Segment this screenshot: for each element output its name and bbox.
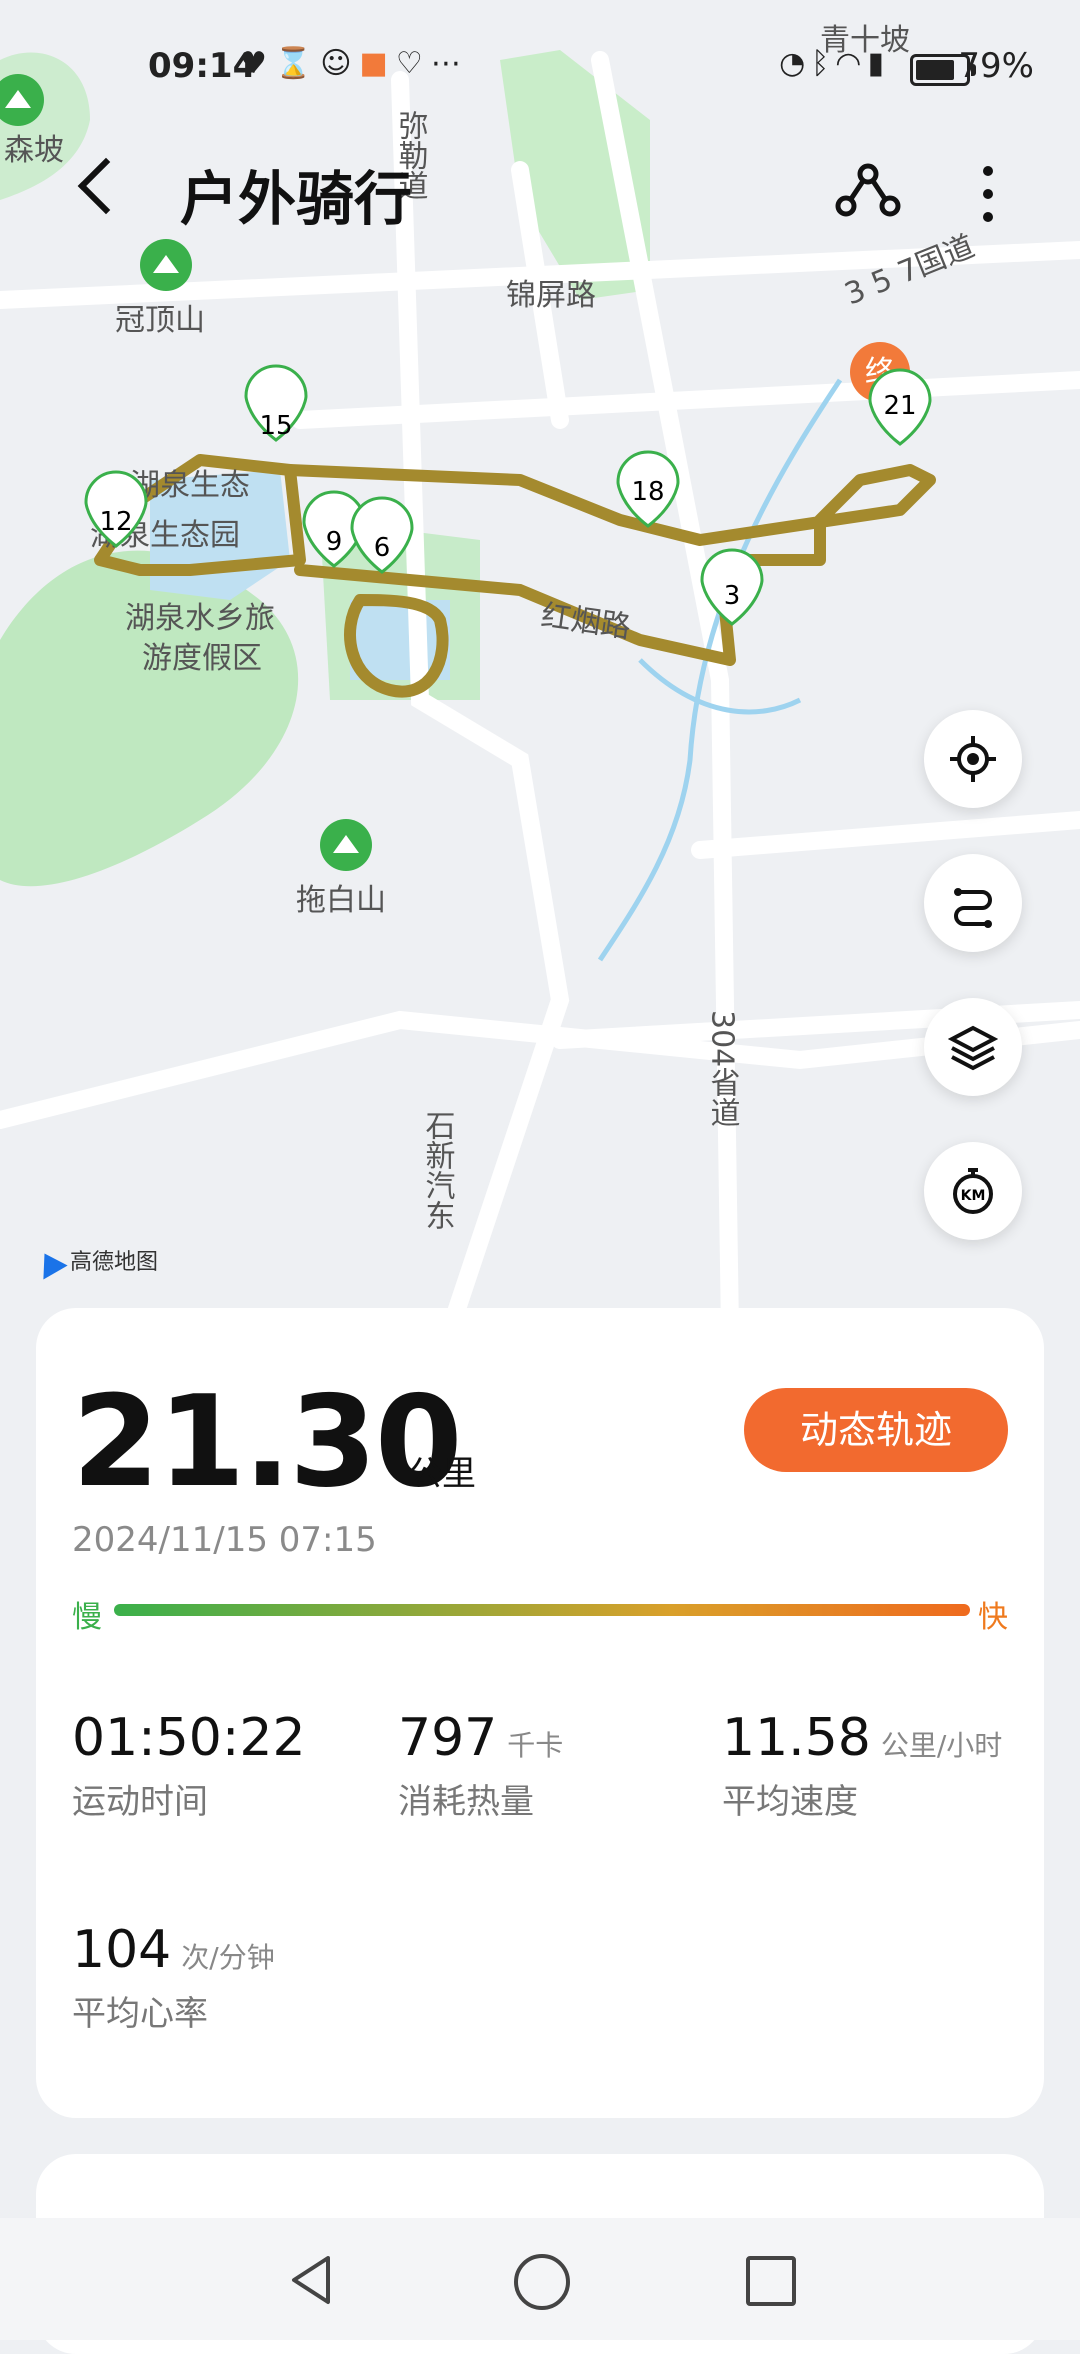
stat-label: 平均速度: [722, 1782, 858, 1822]
more-dots-icon: ⋯: [430, 46, 469, 81]
home-nav-icon[interactable]: [514, 2254, 570, 2310]
km-marker-button[interactable]: KM: [924, 1142, 1022, 1240]
map-label-hq-eco1: 湖泉生态: [130, 468, 250, 503]
dynamic-track-button[interactable]: 动态轨迹: [744, 1388, 1008, 1472]
route-toggle-button[interactable]: [924, 854, 1022, 952]
back-nav-icon[interactable]: [288, 2254, 336, 2306]
mountain-icon: [140, 239, 192, 291]
distance-value: 21.30: [72, 1368, 463, 1515]
system-nav-bar: [0, 2218, 1080, 2340]
route-toggle-icon: [954, 888, 992, 928]
svg-text:3: 3: [724, 581, 741, 611]
svg-text:KM: KM: [961, 1188, 986, 1204]
stat-label: 消耗热量: [398, 1782, 534, 1822]
stat-label: 平均心率: [72, 1994, 208, 2034]
hourglass-icon: ⌛: [274, 46, 321, 81]
map-label-tuobai: 拖白山: [296, 883, 386, 918]
map-label-jinping: 锦屏路: [506, 278, 596, 313]
heart-shield-icon: ♥: [240, 46, 275, 81]
stat-value: 797: [398, 1708, 498, 1768]
stat-duration: 01:50:22 运动时间: [72, 1708, 306, 1823]
pace-slow-label: 慢: [72, 1600, 102, 1635]
amap-logo-icon: [32, 1246, 68, 1280]
wifi-icon: ◠: [835, 46, 868, 81]
layers-icon: [948, 1025, 998, 1071]
stat-unit: 次/分钟: [181, 1941, 275, 1974]
stat-value: 11.58: [722, 1708, 871, 1768]
stat-unit: 千卡: [507, 1729, 564, 1762]
svg-text:21: 21: [883, 391, 916, 421]
share-route-icon[interactable]: [832, 156, 904, 228]
activity-datetime: 2024/11/15 07:15: [72, 1520, 377, 1560]
map-label-senpo: 森坡: [4, 133, 64, 168]
stat-label: 运动时间: [72, 1782, 208, 1822]
more-options-icon[interactable]: [968, 158, 1008, 230]
svg-text:15: 15: [259, 411, 292, 441]
route-map[interactable]: 森坡 青十坡 冠顶山 锦屏路 3 5 7国道 湖泉生态 湖泉生态园 湖泉水乡旅 …: [0, 0, 1080, 1330]
stat-calories: 797 千卡 消耗热量: [398, 1708, 563, 1823]
km-marker-icon: KM: [953, 1168, 993, 1214]
battery-percent: 79%: [958, 46, 1034, 86]
locate-button[interactable]: [924, 710, 1022, 808]
4g-signal-icon: ▮: [867, 46, 890, 81]
map-label-hq-resort1: 湖泉水乡旅: [125, 601, 275, 636]
stat-unit: 公里/小时: [880, 1729, 1003, 1762]
bluetooth-icon: ᛒ: [811, 46, 836, 81]
mountain-icon: [320, 819, 372, 871]
map-label-guanding: 冠顶山: [115, 303, 205, 338]
recents-nav-icon[interactable]: [746, 2256, 796, 2306]
distance-unit: 公里: [408, 1454, 476, 1494]
map-provider-logo: 高德地图: [32, 1244, 158, 1280]
layers-button[interactable]: [924, 998, 1022, 1096]
stat-avg-speed: 11.58 公里/小时 平均速度: [722, 1708, 1002, 1823]
status-bar: 09:14 ♥⌛☺■♡⋯ ◔ᛒ◠▮ 79%: [0, 40, 1080, 100]
page-title: 户外骑行: [180, 165, 413, 233]
orange-app-icon: ■: [359, 46, 396, 81]
svg-text:18: 18: [631, 477, 664, 507]
svg-text:9: 9: [326, 527, 343, 557]
stat-value: 104: [72, 1920, 172, 1980]
map-label-prov304: 304省道: [705, 1010, 740, 1128]
pace-fast-label: 快: [978, 1600, 1008, 1635]
health-icon: ♡: [395, 46, 431, 81]
svg-text:12: 12: [99, 507, 132, 537]
stat-avg-heart-rate: 104 次/分钟 平均心率: [72, 1920, 275, 2035]
summary-card: 21.30 公里 动态轨迹 2024/11/15 07:15 慢 快 01:50…: [36, 1308, 1044, 2118]
stat-value: 01:50:22: [72, 1708, 306, 1768]
pace-gradient-bar: [114, 1604, 970, 1616]
map-label-shixin: 石新汽东: [420, 1110, 456, 1230]
wechat-icon: ☺: [320, 46, 360, 81]
speed-icon: ◔: [779, 46, 812, 81]
svg-text:6: 6: [374, 533, 391, 563]
status-left-icons: ♥⌛☺■♡⋯: [240, 46, 469, 81]
status-right-icons: ◔ᛒ◠▮: [779, 46, 890, 81]
map-label-hq-resort2: 游度假区: [142, 641, 262, 676]
locate-icon: [950, 736, 996, 782]
